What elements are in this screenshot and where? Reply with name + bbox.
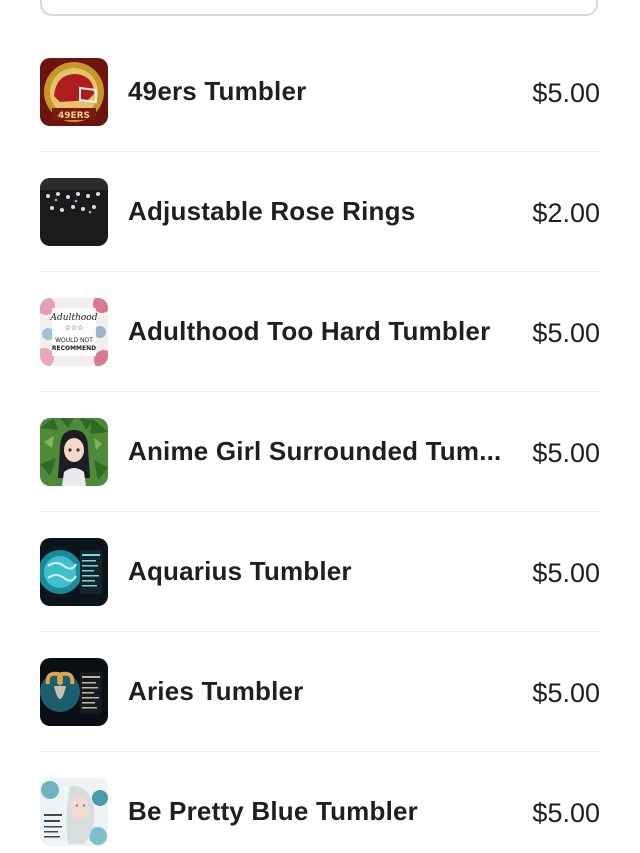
thumb-text-adulthood: Adulthood [50,313,98,323]
product-name: Aries Tumbler [128,676,304,706]
be-pretty-blue-image [40,778,108,846]
list-item[interactable]: Adulthood ☆☆☆ WOULD NOT RECOMMEND Adulth… [40,272,600,392]
anime-girl-leaves-image [40,418,108,486]
adulthood-floral-image: Adulthood ☆☆☆ WOULD NOT RECOMMEND [40,298,108,366]
product-price: $5.00 [532,78,600,108]
aquarius-teal-image [40,538,108,606]
product-price: $5.00 [532,438,600,468]
product-price: $5.00 [532,798,600,828]
search-input[interactable] [40,0,598,16]
product-price: $5.00 [532,318,600,348]
49ers-helmet-image: 49ERS [40,58,108,126]
thumb-text-recommend: RECOMMEND [52,345,96,352]
product-price: $5.00 [532,558,600,588]
product-name: Be Pretty Blue Tumbler [128,796,418,826]
product-name: 49ers Tumbler [128,76,307,106]
list-item[interactable]: Adjustable Rose Rings $2.00 [40,152,600,272]
list-item[interactable]: Anime Girl Surrounded Tum... $5.00 [40,392,600,512]
list-item[interactable]: Aries Tumbler $5.00 [40,632,600,752]
svg-text:49ERS: 49ERS [58,111,90,121]
product-name: Adjustable Rose Rings [128,196,416,226]
svg-text:☆☆☆: ☆☆☆ [65,324,84,332]
aries-ram-image [40,658,108,726]
list-item[interactable]: 49ERS 49ers Tumbler $5.00 [40,32,600,152]
list-item[interactable]: Aquarius Tumbler $5.00 [40,512,600,632]
list-item[interactable]: Be Pretty Blue Tumbler $5.00 [40,752,600,853]
product-price: $2.00 [532,198,600,228]
product-name: Anime Girl Surrounded Tum... [128,436,502,466]
product-name: Aquarius Tumbler [128,556,352,586]
product-list: 49ERS 49ers Tumbler $5.00 Adjustable Ros… [40,32,600,853]
thumb-text-would-not: WOULD NOT [55,337,93,344]
product-name: Adulthood Too Hard Tumbler [128,316,491,346]
product-price: $5.00 [532,678,600,708]
rings-image [40,178,108,246]
product-list-screen: 49ERS 49ers Tumbler $5.00 Adjustable Ros… [0,0,640,853]
